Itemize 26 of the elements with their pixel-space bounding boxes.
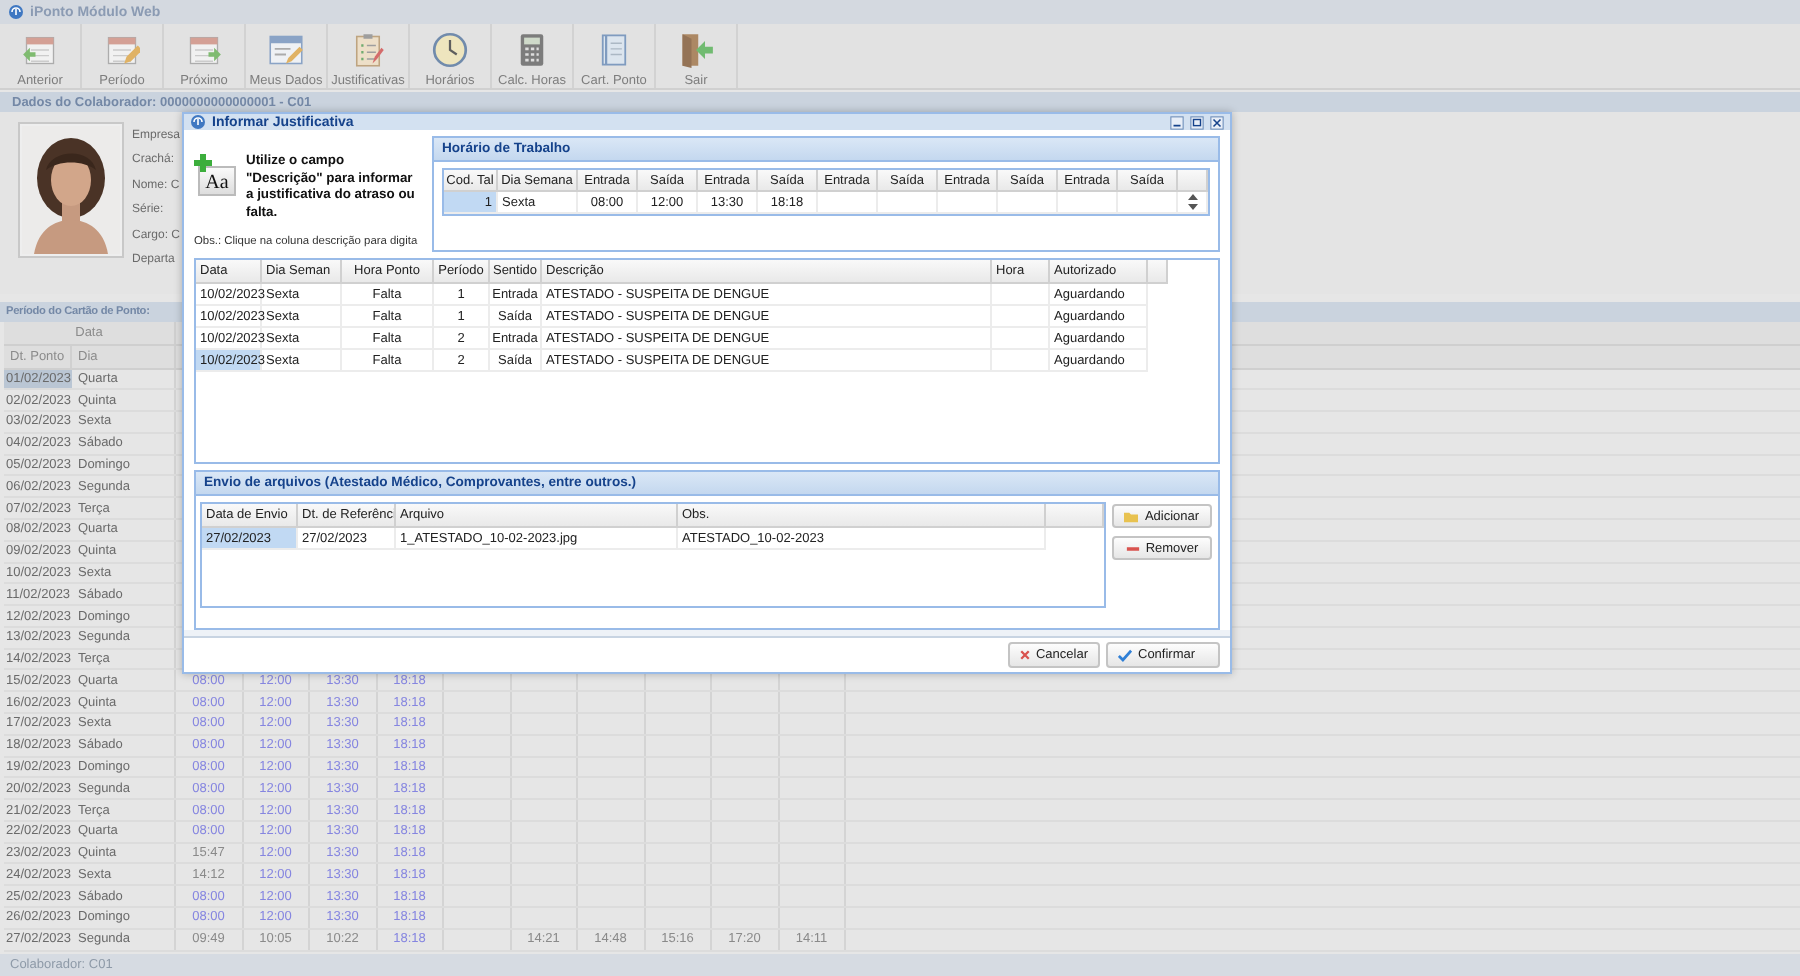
folder-icon xyxy=(1124,509,1139,523)
form-pencil-icon xyxy=(268,32,304,69)
table-cell xyxy=(818,192,878,214)
table-cell xyxy=(938,192,998,214)
up-down-arrows-icon[interactable] xyxy=(1187,194,1197,210)
round-logo-icon xyxy=(8,4,24,21)
minimize-button[interactable] xyxy=(1170,115,1184,129)
maximize-button[interactable] xyxy=(1190,115,1204,129)
table-cell xyxy=(1058,192,1118,214)
table-cell xyxy=(992,284,1050,306)
column-header xyxy=(1148,260,1168,284)
close-button[interactable] xyxy=(1210,115,1224,129)
door-arrow-icon xyxy=(678,32,714,69)
notebook-icon xyxy=(596,32,632,69)
clipboard-icon xyxy=(350,32,386,69)
table-cell xyxy=(878,192,938,214)
table-cell xyxy=(998,192,1058,214)
close-icon xyxy=(1020,648,1030,662)
minus-icon xyxy=(1125,541,1140,555)
clock-icon xyxy=(432,32,468,69)
column-header xyxy=(1046,504,1104,528)
font-icon: Aa xyxy=(198,166,236,196)
check-icon xyxy=(1118,648,1132,662)
plus-icon xyxy=(194,154,212,172)
column-header xyxy=(1178,170,1208,192)
calendar-pencil-icon xyxy=(104,32,140,69)
